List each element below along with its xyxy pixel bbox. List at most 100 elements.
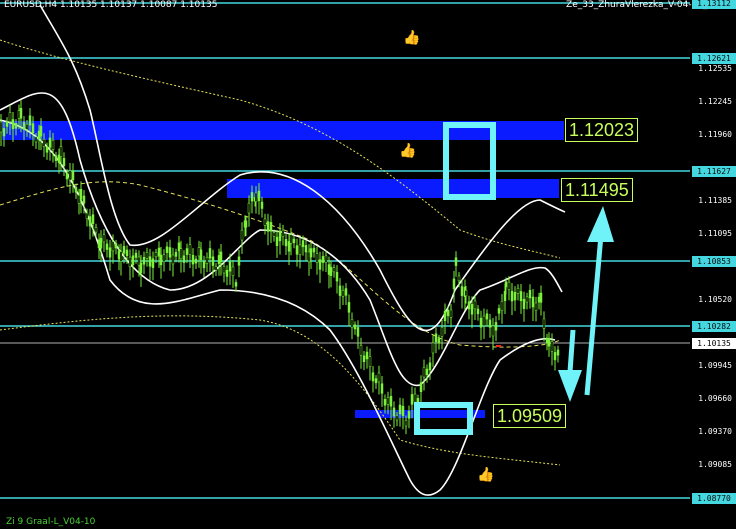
candle-body [217,255,221,265]
candle-body [237,256,241,266]
candle-body [202,260,206,269]
candle-body [8,112,12,123]
candle-body [550,341,554,352]
candle-body [368,356,372,367]
candle-body [148,256,152,267]
candle-body [234,282,238,287]
candle-body [350,318,354,328]
price-axis[interactable]: 1.13112 1.12621 1.11627 1.10853 1.10282 … [690,0,736,529]
candle-body [309,248,313,258]
candle-body [362,355,366,363]
candle-body [312,247,316,253]
arrow-up-head [587,206,614,242]
candle-body [145,252,149,259]
candle-body [278,230,282,242]
thumbs-up-icon: 👍 [403,30,421,46]
candle-body [275,236,279,246]
resistance-zone-middle[interactable] [227,179,559,198]
candle-body [377,372,381,383]
candle-body [457,275,461,281]
target-label-middle[interactable]: 1.11495 [561,178,633,202]
symbol-info: EURUSD,H4 1.10135 1.10137 1.10087 1.1013… [4,0,218,10]
candle-body [14,122,18,129]
candle-body [54,155,58,161]
target-label-upper[interactable]: 1.12023 [565,118,639,142]
candle-body [365,351,369,360]
candle-body [547,338,551,347]
candle-body [117,250,121,260]
candle-body [19,108,23,119]
candle-body [37,130,41,140]
candle-body [240,229,244,241]
target-value-lower: 1.09509 [497,406,563,426]
candle-body [260,201,264,209]
candle-body [272,232,276,237]
candle-body [281,229,285,237]
candle-body [114,243,118,249]
candle-body [250,192,254,202]
candle-body [159,254,163,266]
candle-body [157,247,161,257]
axis-box-value: 1.12621 [697,54,731,63]
candle-body [419,382,423,392]
candle-body [327,264,331,275]
candle-body [542,318,546,329]
candle-body [545,337,549,344]
candle-body [88,216,92,227]
candle-body [2,128,6,137]
axis-label: 1.09945 [698,361,732,370]
candle-body [383,399,387,406]
thumbs-up-icon: 👍 [399,143,417,159]
candle-body [446,309,450,317]
candle-body [464,290,468,297]
candle-body [454,257,458,266]
axis-box-value: 1.11627 [697,167,731,176]
candle-body [108,247,112,258]
candle-body [219,251,223,263]
candle-body [504,281,508,288]
candle-body [537,296,541,303]
candle-body [134,252,138,258]
chart-window[interactable]: EURUSD,H4 1.10135 1.10137 1.10087 1.1013… [0,0,736,529]
axis-label: 1.12535 [698,64,732,73]
candle-body [91,214,95,225]
axis-box-value: 1.08770 [697,494,731,503]
candle-body [318,259,322,270]
highlight-box-bottom[interactable] [414,402,473,435]
candle-body [11,119,15,130]
candle-body [437,338,441,344]
candle-body [65,173,69,180]
candle-body [31,123,35,134]
axis-box-3: 1.11627 [692,166,736,177]
candle-body [77,195,81,204]
target-label-lower[interactable]: 1.09509 [493,404,567,428]
candle-body [51,139,55,150]
candle-body [301,240,305,248]
candle-body [404,419,408,427]
candlestick-series[interactable] [0,100,560,435]
candle-body [531,296,535,308]
candle-body [28,115,32,126]
candle-body [225,269,229,277]
axis-box-value: 1.10282 [697,322,731,331]
candle-body [407,410,411,419]
candle-body [386,397,390,405]
candle-body [197,247,201,257]
candle-body [443,310,447,321]
candle-body [105,243,109,250]
candle-body [380,383,384,394]
axis-box-2: 1.12621 [692,53,736,64]
candle-body [214,266,218,271]
candle-body [428,362,432,371]
candle-body [85,212,89,219]
candle-body [68,170,72,181]
candle-body [494,322,498,331]
candle-body [154,252,158,258]
price-chart[interactable] [0,0,736,529]
candle-body [374,378,378,384]
axis-label: 1.09085 [698,460,732,469]
candle-body [139,262,143,274]
candle-body [257,190,261,202]
candle-body [534,302,538,311]
candle-body [292,238,296,244]
